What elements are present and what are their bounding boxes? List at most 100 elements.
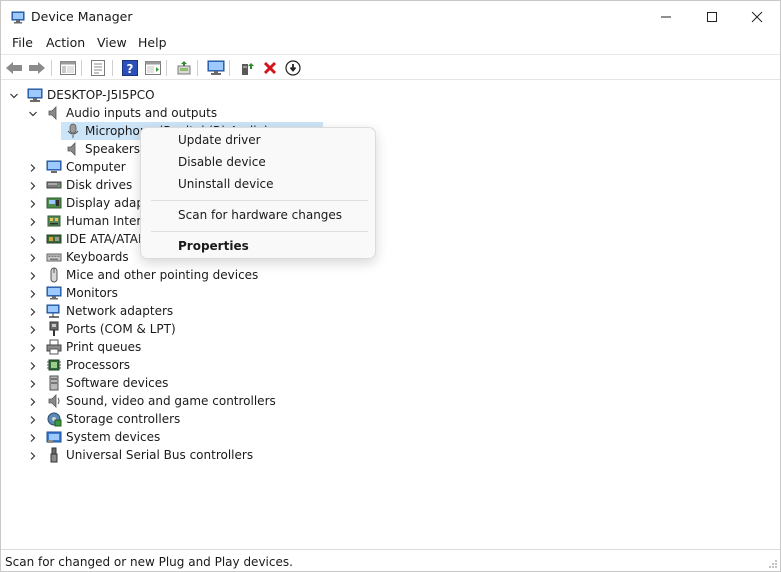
storage-controller-icon <box>47 412 62 427</box>
collapse-root-chevron[interactable] <box>8 90 20 102</box>
expand-category-chevron[interactable] <box>27 288 39 300</box>
maximize-button[interactable] <box>689 1 735 32</box>
chevron-right-icon <box>30 236 36 244</box>
tree-category-label[interactable]: Software devices <box>66 374 168 392</box>
expand-category-chevron[interactable] <box>27 234 39 246</box>
expand-category-chevron[interactable] <box>27 216 39 228</box>
chevron-right-icon <box>30 326 36 334</box>
ctx-separator <box>151 200 368 201</box>
collapse-audio-chevron[interactable] <box>27 108 39 120</box>
tree-category-label[interactable]: Ports (COM & LPT) <box>66 320 176 338</box>
chevron-right-icon <box>30 272 36 280</box>
back-button[interactable] <box>4 58 24 78</box>
ctx-scan-hardware[interactable]: Scan for hardware changes <box>178 208 342 222</box>
tree-category-label[interactable]: Processors <box>66 356 130 374</box>
menu-action[interactable]: Action <box>44 35 87 50</box>
status-text: Scan for changed or new Plug and Play de… <box>5 555 293 569</box>
scan-hardware-button[interactable] <box>206 58 226 78</box>
disable-device-icon <box>285 60 301 76</box>
chevron-right-icon <box>30 308 36 316</box>
update-driver-button[interactable] <box>174 58 194 78</box>
context-menu: Update driver Disable device Uninstall d… <box>140 127 376 259</box>
expand-category-chevron[interactable] <box>27 360 39 372</box>
ctx-disable-device[interactable]: Disable device <box>178 155 266 169</box>
usb-icon <box>50 447 58 463</box>
device-manager-window: Device Manager File Action View Help ? D… <box>0 0 781 572</box>
chevron-right-icon <box>30 290 36 298</box>
close-button[interactable] <box>734 1 780 32</box>
expand-category-chevron[interactable] <box>27 180 39 192</box>
resize-grip-icon[interactable] <box>768 559 778 569</box>
expand-category-chevron[interactable] <box>27 378 39 390</box>
chevron-down-icon <box>10 93 18 99</box>
expand-category-chevron[interactable] <box>27 396 39 408</box>
uninstall-device-button[interactable] <box>260 58 280 78</box>
minimize-button[interactable] <box>643 1 689 32</box>
expand-category-chevron[interactable] <box>27 450 39 462</box>
properties-button[interactable] <box>88 58 108 78</box>
tree-category-label[interactable]: System devices <box>66 428 160 446</box>
expand-category-chevron[interactable] <box>27 252 39 264</box>
expand-category-chevron[interactable] <box>27 324 39 336</box>
toolbar: ? <box>1 54 780 80</box>
microphone-icon <box>67 123 79 138</box>
tree-category-label[interactable]: Disk drives <box>66 176 132 194</box>
chevron-right-icon <box>30 362 36 370</box>
add-legacy-hardware-button[interactable] <box>237 58 257 78</box>
update-driver-icon <box>177 61 191 75</box>
chevron-right-icon <box>30 416 36 424</box>
help-button[interactable]: ? <box>120 58 140 78</box>
keyboard-icon <box>46 253 62 262</box>
menu-view[interactable]: View <box>95 35 129 50</box>
window-title: Device Manager <box>31 9 133 24</box>
action-pane-button[interactable] <box>143 58 163 78</box>
tree-category-audio[interactable]: Audio inputs and outputs <box>66 104 217 122</box>
title-bar[interactable]: Device Manager <box>1 1 780 32</box>
computer-root-icon <box>27 88 43 102</box>
printer-icon <box>46 339 62 355</box>
tree-category-label[interactable]: Print queues <box>66 338 141 356</box>
software-device-icon <box>49 375 59 391</box>
chevron-down-icon <box>29 111 37 117</box>
ctx-uninstall-device[interactable]: Uninstall device <box>178 177 274 191</box>
scan-hardware-icon <box>207 60 225 75</box>
expand-category-chevron[interactable] <box>27 414 39 426</box>
mouse-icon <box>50 267 58 283</box>
expand-category-chevron[interactable] <box>27 162 39 174</box>
tree-category-label[interactable]: Universal Serial Bus controllers <box>66 446 253 464</box>
tree-category-label[interactable]: Monitors <box>66 284 118 302</box>
show-hide-console-tree-button[interactable] <box>58 58 78 78</box>
chevron-right-icon <box>30 452 36 460</box>
tree-root-label[interactable]: DESKTOP-J5I5PCO <box>47 86 155 104</box>
tree-category-label[interactable]: Sound, video and game controllers <box>66 392 276 410</box>
forward-icon <box>29 62 45 74</box>
disable-device-button[interactable] <box>283 58 303 78</box>
tree-category-label[interactable]: Storage controllers <box>66 410 180 428</box>
system-device-icon <box>46 431 62 443</box>
chevron-right-icon <box>30 182 36 190</box>
device-tree[interactable]: DESKTOP-J5I5PCO Audio inputs and outputs… <box>1 81 780 547</box>
menu-file[interactable]: File <box>10 35 35 50</box>
tree-category-label[interactable]: Keyboards <box>66 248 129 266</box>
monitor-icon <box>46 286 62 300</box>
chevron-right-icon <box>30 398 36 406</box>
expand-category-chevron[interactable] <box>27 432 39 444</box>
action-pane-icon <box>145 61 161 75</box>
tree-category-label[interactable]: Computer <box>66 158 126 176</box>
tree-category-label[interactable]: Network adapters <box>66 302 173 320</box>
ctx-separator <box>151 231 368 232</box>
ctx-update-driver[interactable]: Update driver <box>178 133 261 147</box>
help-icon: ? <box>122 60 138 76</box>
menu-help[interactable]: Help <box>136 35 169 50</box>
expand-category-chevron[interactable] <box>27 342 39 354</box>
chevron-right-icon <box>30 434 36 442</box>
chevron-right-icon <box>30 164 36 172</box>
forward-button[interactable] <box>27 58 47 78</box>
ctx-properties[interactable]: Properties <box>178 239 249 253</box>
network-adapter-icon <box>46 304 60 318</box>
expand-category-chevron[interactable] <box>27 306 39 318</box>
expand-category-chevron[interactable] <box>27 198 39 210</box>
expand-category-chevron[interactable] <box>27 270 39 282</box>
tree-category-label[interactable]: Mice and other pointing devices <box>66 266 258 284</box>
speaker-icon <box>67 142 76 156</box>
